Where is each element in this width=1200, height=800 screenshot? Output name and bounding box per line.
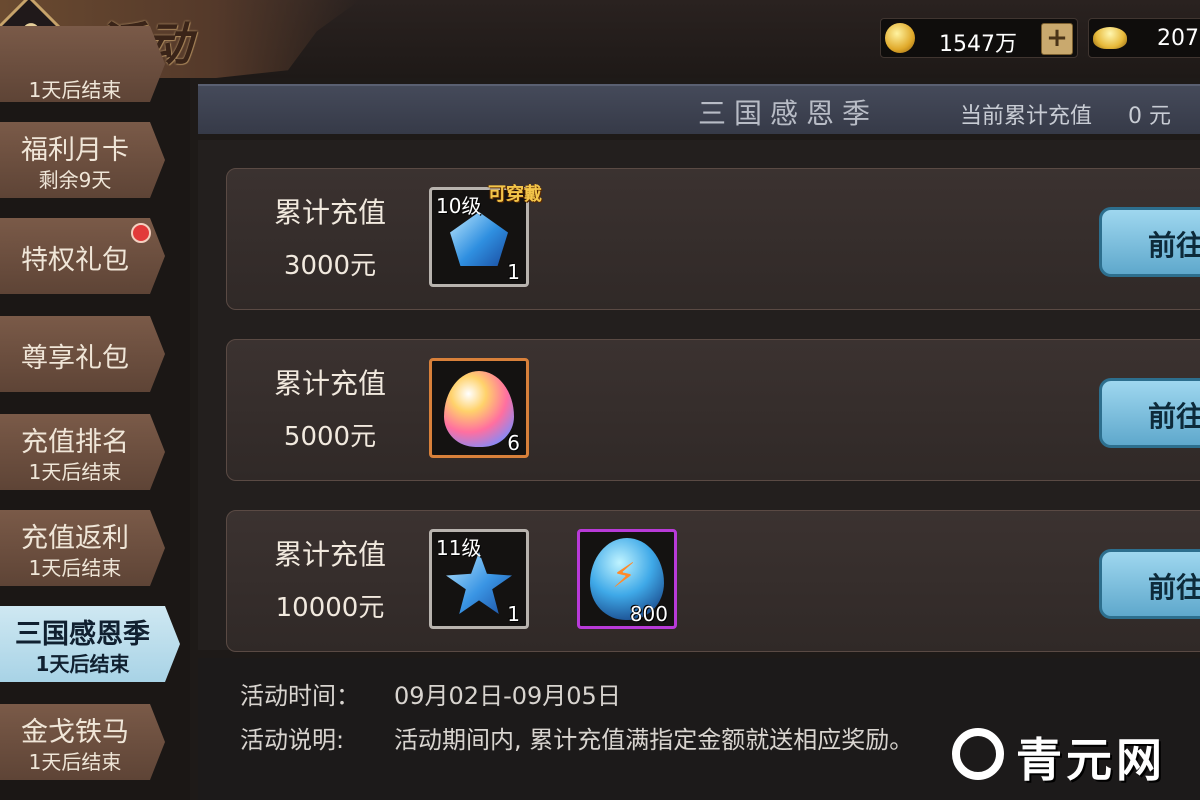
reward-list[interactable]: 累计充值 3000元 10级 1 可穿戴 前往 累计充值 5000元 6 前往 … <box>198 140 1200 652</box>
go-button-label: 前往 <box>1148 400 1200 433</box>
ingot-icon <box>1093 27 1127 49</box>
add-gold-button[interactable]: + <box>1041 23 1073 55</box>
activity-desc-row: 活动说明: 活动期间内, 累计充值满指定金额就送相应奖励。 <box>240 720 913 755</box>
wearable-tag: 可穿戴 <box>488 184 542 205</box>
recharge-total-value: 0 元 <box>1128 104 1171 129</box>
sidebar-item-sub: 剩余9天 <box>38 168 112 192</box>
ingot-currency: 207 <box>1088 18 1200 58</box>
go-button-label: 前往 <box>1148 571 1200 604</box>
sidebar-item-thanksgiving[interactable]: 三国感恩季 1天后结束 <box>0 606 180 682</box>
reward-card: 累计充值 3000元 10级 1 可穿戴 前往 <box>226 168 1200 310</box>
reward-title: 累计充值 <box>273 367 386 400</box>
sidebar-item-label: 尊享礼包 <box>21 343 129 374</box>
sidebar-item-label: 充值返利 <box>21 523 129 554</box>
activity-sidebar: 1天后结束 福利月卡 剩余9天 特权礼包 尊享礼包 充值排名 1天后结束 充值返… <box>0 26 190 800</box>
sidebar-item-sub: 1天后结束 <box>28 460 122 484</box>
sidebar-item-premium-pack[interactable]: 尊享礼包 <box>0 316 165 392</box>
go-button[interactable]: 前往 <box>1099 378 1200 448</box>
gold-value: 1547万 <box>939 32 1017 57</box>
sidebar-item-label: 三国感恩季 <box>15 619 150 650</box>
item-count: 800 <box>629 602 668 626</box>
sidebar-item-sub: 1天后结束 <box>28 750 122 774</box>
activity-time-label: 活动时间： <box>240 682 360 710</box>
sidebar-item-recharge-ranking[interactable]: 充值排名 1天后结束 <box>0 414 165 490</box>
activity-desc-value: 活动期间内, 累计充值满指定金额就送相应奖励。 <box>394 726 914 754</box>
activity-time-row: 活动时间： 09月02日-09月05日 <box>240 676 621 711</box>
sidebar-item-sub: 1天后结束 <box>28 556 122 580</box>
sidebar-item-partial[interactable]: 1天后结束 <box>0 26 165 102</box>
recharge-total-label: 当前累计充值 <box>960 104 1093 129</box>
reward-item-slot[interactable]: ⚡ 800 <box>577 529 677 629</box>
lightning-bolt-icon: ⚡ <box>612 556 636 596</box>
reward-amount: 3000元 <box>283 251 377 281</box>
sidebar-item-label: 充值排名 <box>21 427 129 458</box>
activity-desc-label: 活动说明: <box>240 726 345 754</box>
go-button[interactable]: 前往 <box>1099 549 1200 619</box>
reward-title: 累计充值 <box>273 538 386 571</box>
gold-coin-icon <box>885 23 915 53</box>
sidebar-item-recharge-rebate[interactable]: 充值返利 1天后结束 <box>0 510 165 586</box>
top-bar: ↶ 活动 1547万 + 207 <box>0 0 1200 78</box>
gold-currency: 1547万 + <box>880 18 1078 58</box>
ingot-value: 207 <box>1157 26 1199 51</box>
reward-item-slot[interactable]: 10级 1 可穿戴 <box>429 184 542 287</box>
sidebar-item-sub: 1天后结束 <box>28 78 122 102</box>
sidebar-item-label: 金戈铁马 <box>21 717 129 748</box>
go-button-label: 前往 <box>1148 229 1200 262</box>
reward-card: 累计充值 10000元 11级 1 ⚡ 800 前往 <box>226 510 1200 652</box>
reward-item-slot[interactable]: 6 <box>429 358 529 458</box>
go-button[interactable]: 前往 <box>1099 207 1200 277</box>
rainbow-gem-icon <box>444 371 514 447</box>
qingyuan-logo-icon <box>952 728 1004 780</box>
sidebar-item-label: 特权礼包 <box>21 245 129 276</box>
reward-amount: 10000元 <box>275 593 385 623</box>
reward-amount: 5000元 <box>283 422 377 452</box>
activity-time-value: 09月02日-09月05日 <box>394 682 621 710</box>
sidebar-item-label: 福利月卡 <box>21 135 129 166</box>
item-level: 11级 <box>436 536 482 560</box>
sidebar-item-sub: 1天后结束 <box>35 652 130 676</box>
item-count: 1 <box>507 260 520 284</box>
reward-title: 累计充值 <box>273 196 386 229</box>
blue-pentagon-gem-icon <box>450 212 508 266</box>
reward-item-slot[interactable]: 11级 1 <box>429 529 529 629</box>
banner-title: 三国感恩季 <box>698 97 879 130</box>
activity-banner: 三国感恩季 当前累计充值 0 元 <box>198 84 1200 134</box>
watermark: 青元网 <box>952 724 1192 787</box>
blue-star-gem-icon <box>446 552 512 614</box>
sidebar-item-golden-spear[interactable]: 金戈铁马 1天后结束 <box>0 704 165 780</box>
watermark-text: 青元网 <box>1016 733 1166 787</box>
notification-badge <box>131 223 151 243</box>
reward-card: 累计充值 5000元 6 前往 <box>226 339 1200 481</box>
item-count: 6 <box>507 431 520 455</box>
item-level: 10级 <box>436 194 482 218</box>
sidebar-item-monthly-card[interactable]: 福利月卡 剩余9天 <box>0 122 165 198</box>
item-count: 1 <box>507 602 520 626</box>
